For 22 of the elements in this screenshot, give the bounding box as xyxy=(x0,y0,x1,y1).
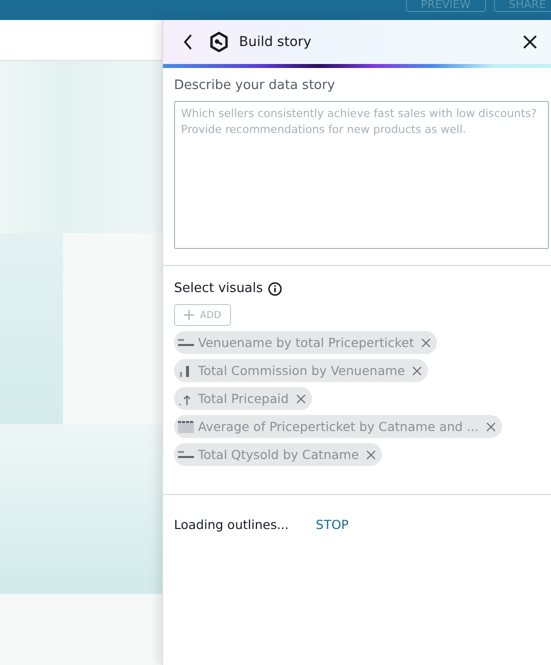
remove-icon[interactable] xyxy=(366,450,376,460)
remove-icon[interactable] xyxy=(486,422,496,432)
status-text: Loading outlines... xyxy=(174,517,289,532)
chip-label: Total Qtysold by Catname xyxy=(198,447,359,462)
grid-icon xyxy=(178,420,194,434)
chip-label: Venuename by total Priceperticket xyxy=(198,335,414,350)
top-bar-button[interactable]: PREVIEW xyxy=(406,0,486,12)
plus-icon xyxy=(184,310,194,320)
chip-label: Total Pricepaid xyxy=(198,391,289,406)
close-button[interactable] xyxy=(521,33,539,51)
remove-icon[interactable] xyxy=(296,394,306,404)
chip-label: Total Commission by Venuename xyxy=(198,363,405,378)
remove-icon[interactable] xyxy=(412,366,422,376)
chip-label: Average of Priceperticket by Catname and ... xyxy=(198,419,479,434)
field-label: Select visuals xyxy=(174,281,263,296)
field-label: Describe your data story xyxy=(174,78,336,93)
stop-link[interactable]: STOP xyxy=(316,517,349,532)
story-description-field[interactable]: Which sellers consistently achieve fast sales with low discounts? Provide recommendations for new products as well. xyxy=(174,101,549,249)
hexagon-icon xyxy=(209,31,229,53)
info-icon[interactable] xyxy=(268,282,282,296)
panel-title: Build story xyxy=(239,34,312,50)
top-bar-button[interactable]: SHARE xyxy=(494,0,551,12)
